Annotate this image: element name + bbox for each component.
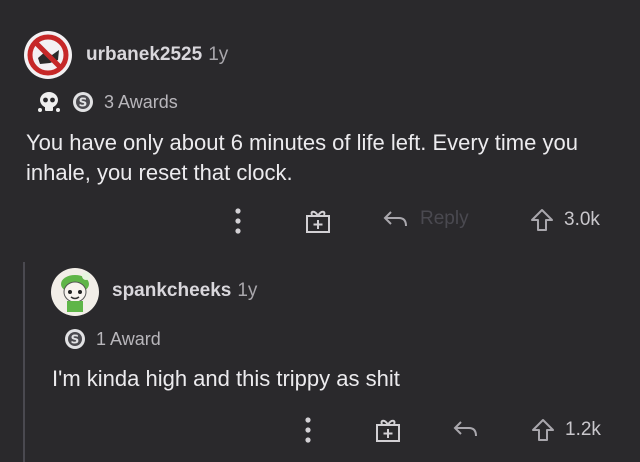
timestamp: 1y	[208, 44, 229, 65]
reply-label: Reply	[420, 208, 469, 229]
comment-body: You have only about 6 minutes of life le…	[26, 130, 578, 185]
reply-button[interactable]: Reply	[382, 208, 469, 230]
avatar[interactable]	[24, 31, 72, 79]
upvote-button[interactable]: 1.2k	[531, 418, 601, 442]
username[interactable]: spankcheeks	[112, 280, 231, 302]
username[interactable]: urbanek2525	[86, 44, 202, 66]
skull-award-icon	[36, 90, 62, 114]
upvote-arrow-icon	[531, 209, 553, 231]
more-icon	[235, 208, 241, 234]
upvote-count: 1.2k	[565, 419, 601, 440]
avatar[interactable]	[51, 268, 99, 316]
thread-line[interactable]	[23, 262, 25, 462]
gift-icon	[306, 210, 330, 233]
reply-button[interactable]	[452, 418, 478, 440]
svg-text:S: S	[79, 96, 88, 110]
awards-count: 3 Awards	[104, 91, 178, 112]
svg-text:S: S	[71, 333, 80, 347]
reply-icon	[453, 421, 477, 437]
frog-avatar-icon	[61, 272, 90, 312]
awards-row[interactable]: S 1 Award	[64, 328, 161, 350]
more-icon	[305, 417, 311, 443]
awards-row[interactable]: S 3 Awards	[36, 90, 178, 114]
timestamp: 1y	[237, 280, 258, 301]
upvote-arrow-icon	[532, 419, 554, 441]
comment-header: spankcheeks 1y	[112, 280, 257, 302]
comment-body: I'm kinda high and this trippy as shit	[52, 366, 400, 391]
upvote-button[interactable]: 3.0k	[530, 208, 600, 232]
silver-award-icon: S	[72, 91, 94, 113]
give-award-button[interactable]	[375, 417, 401, 448]
gift-icon	[376, 419, 400, 442]
silver-award-icon: S	[64, 328, 86, 350]
upvote-count: 3.0k	[564, 209, 600, 230]
awards-count: 1 Award	[96, 328, 161, 349]
more-options-button[interactable]	[233, 206, 243, 241]
reply-icon	[383, 211, 407, 227]
more-options-button[interactable]	[303, 415, 313, 450]
no-sign-icon	[27, 34, 69, 76]
give-award-button[interactable]	[305, 208, 331, 239]
comment-header: urbanek2525 1y	[86, 44, 228, 66]
